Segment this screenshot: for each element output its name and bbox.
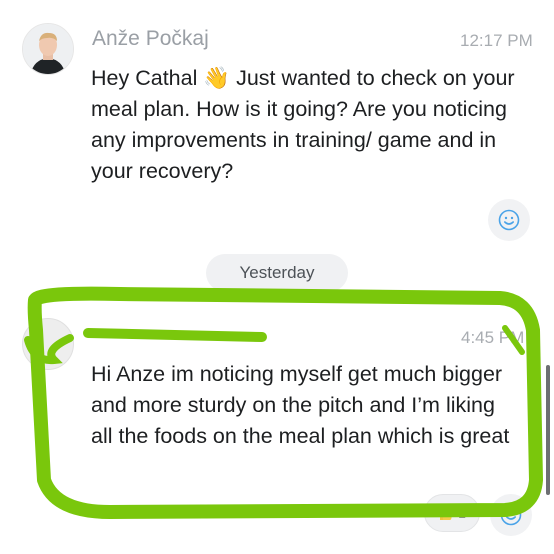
sender-avatar[interactable] xyxy=(22,23,74,75)
reply-timestamp: 4:45 PM xyxy=(461,328,525,347)
reply-avatar[interactable] xyxy=(22,318,74,370)
smiley-icon xyxy=(500,504,522,526)
message-text-start: Hey Cathal xyxy=(91,66,204,90)
reply-text: Hi Anze im noticing myself get much bigg… xyxy=(91,362,510,448)
smiley-icon xyxy=(498,209,520,231)
message-text: Hey Cathal 👋 Just wanted to check on you… xyxy=(91,63,521,187)
sender-name: Anže Počkaj xyxy=(92,27,209,50)
reaction-count: 1 xyxy=(458,505,466,521)
add-reaction-button-2[interactable] xyxy=(490,494,532,536)
thumbs-up-reaction[interactable]: 1 xyxy=(424,494,480,532)
scrollbar[interactable] xyxy=(546,365,550,495)
date-divider: Yesterday xyxy=(206,254,348,292)
thumbs-up-icon xyxy=(440,506,453,520)
waving-hand-emoji: 👋 xyxy=(203,66,231,90)
add-reaction-button[interactable] xyxy=(488,199,530,241)
message-timestamp: 12:17 PM xyxy=(460,31,533,50)
